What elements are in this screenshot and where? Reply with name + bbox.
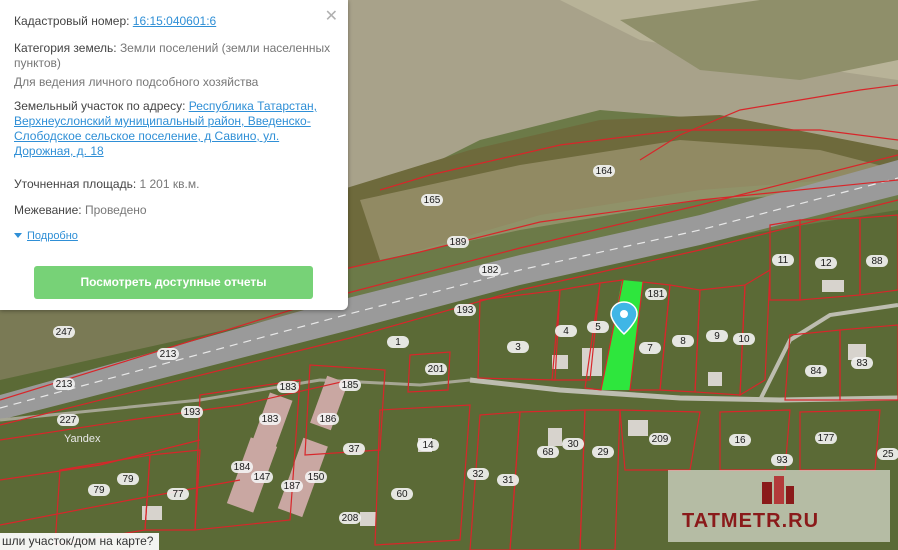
- parcel-number-label: 31: [502, 475, 514, 486]
- cadastral-label: Кадастровый номер:: [14, 14, 130, 28]
- parcel-number-label: 37: [348, 444, 360, 455]
- address-label: Земельный участок по адресу:: [14, 99, 186, 113]
- cadastral-number-link[interactable]: 16:15:040601:6: [133, 14, 216, 28]
- map-attribution: Yandex: [64, 433, 101, 445]
- parcel-number-label: 79: [93, 485, 105, 496]
- parcel-number-label: 14: [422, 440, 434, 451]
- parcel-number-label: 164: [596, 166, 613, 177]
- watermark-text: TATMETR.RU: [682, 510, 820, 532]
- usage-value: Для ведения личного подсобного хозяйства: [14, 75, 259, 89]
- category-row: Категория земель: Земли поселений (земли…: [14, 41, 334, 71]
- parcel-number-label: 9: [714, 331, 720, 342]
- parcel-number-label: 247: [56, 327, 73, 338]
- parcel-number-label: 150: [308, 472, 325, 483]
- survey-row: Межевание: Проведено: [14, 203, 334, 218]
- parcel-number-label: 79: [122, 474, 134, 485]
- parcel-number-label: 183: [280, 382, 297, 393]
- more-details[interactable]: Подробно: [14, 228, 334, 244]
- parcel-number-label: 208: [342, 513, 359, 524]
- parcel-number-label: 165: [424, 195, 441, 206]
- parcel-number-label: 84: [810, 366, 822, 377]
- parcel-number-label: 227: [60, 415, 77, 426]
- parcel-number-label: 186: [320, 414, 337, 425]
- parcel-number-label: 7: [647, 343, 653, 354]
- area-label: Уточненная площадь:: [14, 177, 137, 191]
- parcel-number-label: 25: [882, 449, 894, 460]
- usage-row: Для ведения личного подсобного хозяйства: [14, 75, 334, 90]
- parcel-number-label: 177: [818, 433, 835, 444]
- parcel-number-label: 4: [563, 326, 569, 337]
- parcel-number-label: 193: [457, 305, 474, 316]
- parcel-number-label: 10: [738, 334, 750, 345]
- address-row: Земельный участок по адресу: Республика …: [14, 99, 334, 159]
- parcel-number-label: 185: [342, 380, 359, 391]
- category-label: Категория земель:: [14, 41, 117, 55]
- parcel-number-label: 5: [595, 322, 601, 333]
- parcel-number-label: 88: [871, 256, 883, 267]
- area-row: Уточненная площадь: 1 201 кв.м.: [14, 177, 334, 192]
- more-details-link[interactable]: Подробно: [27, 230, 78, 242]
- parcel-number-label: 60: [396, 489, 408, 500]
- parcel-number-label: 187: [284, 481, 301, 492]
- area-value: 1 201 кв.м.: [139, 177, 200, 191]
- watermark: TATMETR.RU: [668, 470, 890, 542]
- parcel-number-label: 16: [734, 435, 746, 446]
- parcel-number-label: 29: [597, 447, 609, 458]
- parcel-number-label: 83: [856, 358, 868, 369]
- parcel-number-label: 182: [482, 265, 499, 276]
- info-panel: ✕ Кадастровый номер: 16:15:040601:6 Кате…: [0, 0, 348, 310]
- parcel-number-label: 11: [778, 255, 789, 266]
- parcel-number-label: 183: [262, 414, 279, 425]
- view-reports-button[interactable]: Посмотреть доступные отчеты: [34, 266, 313, 299]
- parcel-number-label: 193: [184, 407, 201, 418]
- parcel-number-label: 3: [515, 342, 521, 353]
- parcel-number-label: 1: [395, 337, 401, 348]
- parcel-number-label: 184: [234, 462, 251, 473]
- parcel-number-label: 209: [652, 434, 669, 445]
- parcel-number-label: 8: [680, 336, 686, 347]
- parcel-number-label: 93: [776, 455, 788, 466]
- parcel-number-label: 213: [160, 349, 177, 360]
- parcel-number-label: 189: [450, 237, 467, 248]
- survey-label: Межевание:: [14, 203, 82, 217]
- parcel-number-label: 77: [172, 489, 184, 500]
- survey-value: Проведено: [84, 203, 147, 217]
- parcel-number-label: 181: [648, 289, 665, 300]
- chevron-down-icon: [14, 233, 22, 239]
- cadastral-row: Кадастровый номер: 16:15:040601:6: [14, 14, 334, 29]
- parcel-number-label: 147: [254, 472, 271, 483]
- parcel-number-label: 12: [820, 258, 832, 269]
- parcel-number-label: 201: [428, 364, 445, 375]
- find-property-prompt[interactable]: шли участок/дом на карте?: [0, 533, 160, 550]
- parcel-number-label: 32: [472, 469, 484, 480]
- parcel-number-label: 213: [56, 379, 73, 390]
- parcel-number-label: 30: [567, 439, 579, 450]
- parcel-number-label: 68: [542, 447, 554, 458]
- building-logo-icon: [762, 476, 794, 504]
